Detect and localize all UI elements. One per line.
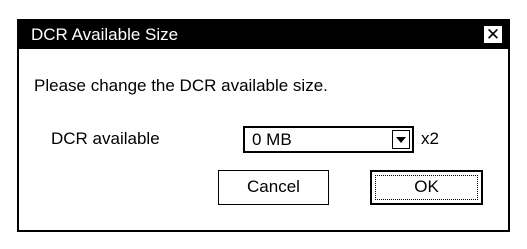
dialog-message: Please change the DCR available size.: [34, 76, 328, 95]
close-icon: ✕: [485, 25, 501, 44]
dcr-available-label: DCR available: [51, 129, 160, 148]
dialog-window: DCR Available Size ✕ Please change the D…: [17, 19, 510, 232]
ok-button-label: OK: [414, 177, 439, 196]
cancel-button[interactable]: Cancel: [218, 170, 329, 205]
ok-button[interactable]: OK: [370, 170, 483, 205]
dcr-size-value: 0 MB: [252, 130, 292, 149]
chevron-down-icon[interactable]: [392, 130, 410, 149]
cancel-button-label: Cancel: [247, 177, 300, 196]
ok-focus-ring: OK: [375, 175, 478, 200]
close-button[interactable]: ✕: [483, 25, 503, 44]
multiplier-label: x2: [421, 129, 439, 148]
dcr-size-select[interactable]: 0 MB: [243, 126, 414, 153]
dialog-title: DCR Available Size: [31, 25, 179, 44]
title-bar[interactable]: DCR Available Size ✕: [19, 21, 508, 49]
